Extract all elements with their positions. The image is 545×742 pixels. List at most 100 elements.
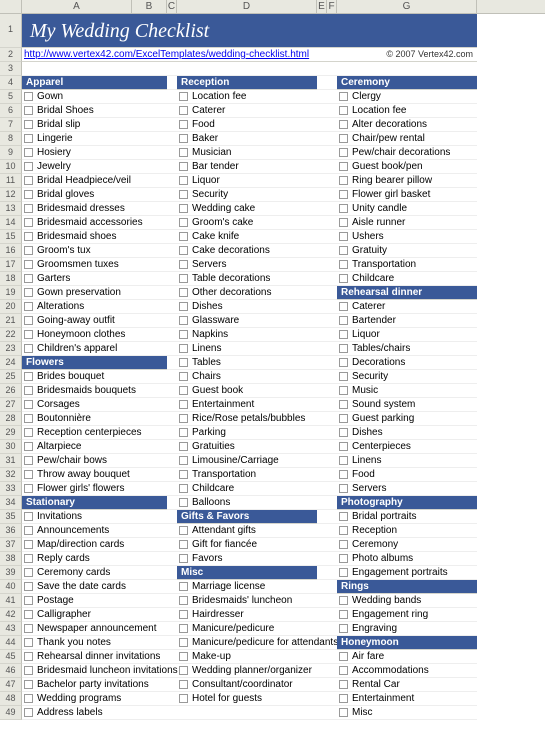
empty-cell[interactable]	[327, 636, 337, 650]
checklist-item[interactable]: Linens	[177, 342, 317, 356]
checkbox-icon[interactable]	[179, 540, 188, 549]
checkbox-icon[interactable]	[339, 512, 348, 521]
empty-cell[interactable]	[317, 496, 327, 510]
checklist-item[interactable]: Cake knife	[177, 230, 317, 244]
empty-cell[interactable]	[167, 160, 177, 174]
checklist-item[interactable]: Dishes	[337, 426, 477, 440]
checkbox-icon[interactable]	[179, 414, 188, 423]
empty-cell[interactable]	[327, 552, 337, 566]
checkbox-icon[interactable]	[24, 610, 33, 619]
empty-cell[interactable]	[327, 104, 337, 118]
checkbox-icon[interactable]	[24, 148, 33, 157]
empty-cell[interactable]	[317, 146, 327, 160]
empty-cell[interactable]	[327, 314, 337, 328]
checklist-item[interactable]: Childcare	[177, 482, 317, 496]
checklist-item[interactable]: Bridesmaid accessories	[22, 216, 167, 230]
checkbox-icon[interactable]	[179, 134, 188, 143]
checklist-item[interactable]: Liquor	[177, 174, 317, 188]
empty-cell[interactable]	[327, 174, 337, 188]
checklist-item[interactable]: Baker	[177, 132, 317, 146]
checkbox-icon[interactable]	[339, 596, 348, 605]
checkbox-icon[interactable]	[179, 92, 188, 101]
checkbox-icon[interactable]	[24, 162, 33, 171]
row-header[interactable]: 23	[0, 342, 22, 356]
empty-cell[interactable]	[22, 62, 132, 76]
checklist-item[interactable]: Flower girls' flowers	[22, 482, 167, 496]
checklist-item[interactable]: Bachelor party invitations	[22, 678, 167, 692]
checklist-item[interactable]: Chairs	[177, 370, 317, 384]
checkbox-icon[interactable]	[339, 106, 348, 115]
empty-cell[interactable]	[327, 678, 337, 692]
checklist-item[interactable]: Musician	[177, 146, 317, 160]
checklist-item[interactable]: Bartender	[337, 314, 477, 328]
checkbox-icon[interactable]	[339, 274, 348, 283]
empty-cell[interactable]	[317, 370, 327, 384]
checkbox-icon[interactable]	[24, 316, 33, 325]
empty-cell[interactable]	[167, 146, 177, 160]
checkbox-icon[interactable]	[339, 162, 348, 171]
empty-cell[interactable]	[327, 510, 337, 524]
checkbox-icon[interactable]	[339, 232, 348, 241]
checkbox-icon[interactable]	[24, 428, 33, 437]
checkbox-icon[interactable]	[24, 330, 33, 339]
checkbox-icon[interactable]	[179, 190, 188, 199]
checklist-item[interactable]: Decorations	[337, 356, 477, 370]
checkbox-icon[interactable]	[24, 526, 33, 535]
checklist-item[interactable]: Linens	[337, 454, 477, 468]
empty-cell[interactable]	[167, 608, 177, 622]
checklist-item[interactable]: Lingerie	[22, 132, 167, 146]
checklist-item[interactable]: Security	[337, 370, 477, 384]
empty-cell[interactable]	[327, 566, 337, 580]
empty-cell[interactable]	[317, 468, 327, 482]
checklist-item[interactable]: Food	[337, 468, 477, 482]
empty-cell[interactable]	[327, 370, 337, 384]
col-header[interactable]: F	[327, 0, 337, 13]
checkbox-icon[interactable]	[339, 148, 348, 157]
row-header[interactable]: 27	[0, 398, 22, 412]
empty-cell[interactable]	[167, 650, 177, 664]
checklist-item[interactable]: Balloons	[177, 496, 317, 510]
empty-cell[interactable]	[167, 104, 177, 118]
checklist-item[interactable]: Caterer	[177, 104, 317, 118]
row-header[interactable]: 11	[0, 174, 22, 188]
empty-cell[interactable]	[327, 216, 337, 230]
checklist-item[interactable]: Other decorations	[177, 286, 317, 300]
row-header[interactable]: 17	[0, 258, 22, 272]
row-header[interactable]: 26	[0, 384, 22, 398]
row-header[interactable]: 16	[0, 244, 22, 258]
checklist-item[interactable]: Servers	[177, 258, 317, 272]
checkbox-icon[interactable]	[179, 400, 188, 409]
checklist-item[interactable]: Reception	[337, 524, 477, 538]
checklist-item[interactable]: Calligrapher	[22, 608, 167, 622]
checkbox-icon[interactable]	[339, 428, 348, 437]
checklist-item[interactable]: Hotel for guests	[177, 692, 317, 706]
checkbox-icon[interactable]	[24, 190, 33, 199]
empty-cell[interactable]	[167, 202, 177, 216]
checklist-item[interactable]: Food	[177, 118, 317, 132]
checkbox-icon[interactable]	[24, 344, 33, 353]
checkbox-icon[interactable]	[24, 414, 33, 423]
checkbox-icon[interactable]	[24, 568, 33, 577]
checklist-item[interactable]: Postage	[22, 594, 167, 608]
empty-cell[interactable]	[317, 412, 327, 426]
empty-cell[interactable]	[317, 482, 327, 496]
checkbox-icon[interactable]	[179, 148, 188, 157]
empty-cell[interactable]	[317, 118, 327, 132]
checklist-item[interactable]: Table decorations	[177, 272, 317, 286]
col-header[interactable]: G	[337, 0, 477, 13]
checklist-item[interactable]: Boutonnière	[22, 412, 167, 426]
checkbox-icon[interactable]	[24, 232, 33, 241]
checkbox-icon[interactable]	[339, 484, 348, 493]
checkbox-icon[interactable]	[339, 470, 348, 479]
checkbox-icon[interactable]	[24, 694, 33, 703]
checkbox-icon[interactable]	[339, 540, 348, 549]
checkbox-icon[interactable]	[179, 246, 188, 255]
empty-cell[interactable]	[317, 398, 327, 412]
empty-cell[interactable]	[317, 160, 327, 174]
checkbox-icon[interactable]	[339, 414, 348, 423]
checklist-item[interactable]: Wedding planner/organizer	[177, 664, 317, 678]
empty-cell[interactable]	[327, 62, 337, 76]
row-header[interactable]: 14	[0, 216, 22, 230]
row-header[interactable]: 2	[0, 48, 22, 62]
empty-cell[interactable]	[167, 272, 177, 286]
